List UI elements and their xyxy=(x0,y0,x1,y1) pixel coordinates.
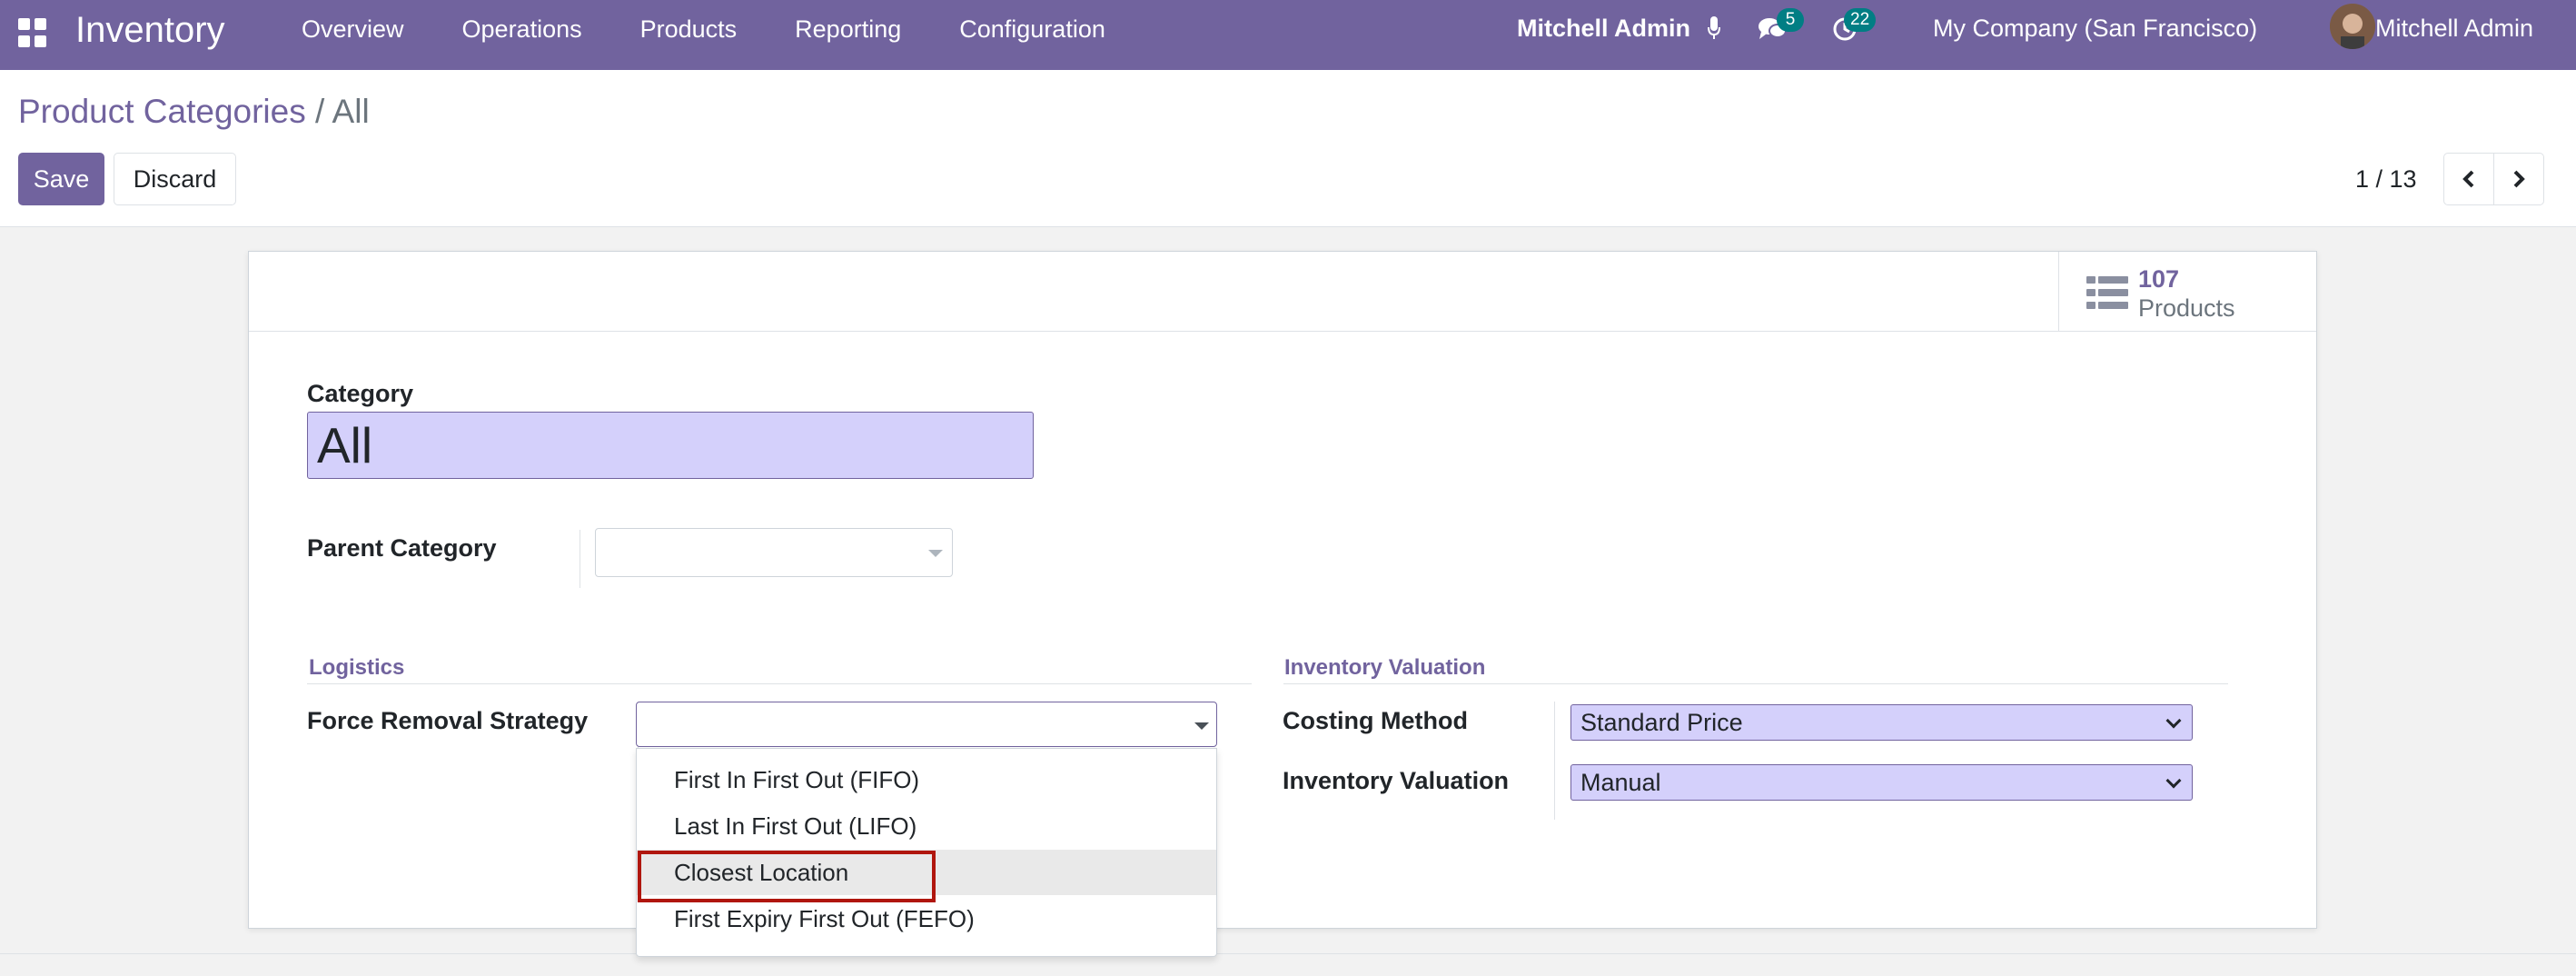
pager-value[interactable]: 1 / 13 xyxy=(2355,165,2417,194)
menu-operations[interactable]: Operations xyxy=(433,0,611,59)
user-menu[interactable]: Mitchell Admin xyxy=(2375,15,2533,43)
costing-method-select[interactable]: Standard Price xyxy=(1570,704,2193,741)
microphone-icon[interactable] xyxy=(1708,16,1720,40)
inventory-valuation-select[interactable]: Manual xyxy=(1570,764,2193,801)
menu-overview[interactable]: Overview xyxy=(272,0,433,59)
menu-products[interactable]: Products xyxy=(611,0,767,59)
activity-count-badge: 22 xyxy=(1844,8,1877,32)
inventory-valuation-label: Inventory Valuation xyxy=(1283,767,1510,794)
option-fefo[interactable]: First Expiry First Out (FEFO) xyxy=(637,896,1216,941)
breadcrumb-parent-link[interactable]: Product Categories xyxy=(18,93,306,130)
chevron-right-icon xyxy=(2513,170,2525,188)
removal-strategy-label: Force Removal Strategy xyxy=(307,707,589,734)
pager-previous-button[interactable] xyxy=(2443,153,2494,205)
list-icon xyxy=(2086,276,2128,309)
bottom-strip xyxy=(0,953,2576,976)
option-fifo[interactable]: First In First Out (FIFO) xyxy=(637,757,1216,802)
control-panel: Product Categories / All Save Discard 1 … xyxy=(0,70,2576,227)
parent-category-select[interactable] xyxy=(595,528,953,577)
section-divider xyxy=(1283,683,2228,684)
breadcrumb-current: All xyxy=(332,93,370,130)
inventory-valuation-value: Manual xyxy=(1580,769,1661,796)
company-switcher[interactable]: My Company (San Francisco) xyxy=(1933,15,2257,43)
status-user-label: Mitchell Admin xyxy=(1517,15,1691,42)
menu-configuration[interactable]: Configuration xyxy=(930,0,1134,59)
chevron-left-icon xyxy=(2462,170,2474,188)
field-divider xyxy=(1554,702,1555,820)
app-menu-grid-icon[interactable] xyxy=(18,18,47,47)
menu-reporting[interactable]: Reporting xyxy=(766,0,930,59)
removal-strategy-dropdown: First In First Out (FIFO) Last In First … xyxy=(636,748,1217,957)
section-divider xyxy=(307,683,1252,684)
products-label: Products xyxy=(2138,294,2235,322)
option-closest-location[interactable]: Closest Location xyxy=(637,850,1216,895)
main-menu: Overview Operations Products Reporting C… xyxy=(272,0,1134,70)
chevron-down-icon xyxy=(2165,712,2182,729)
smart-button-box: 107 Products xyxy=(249,252,2316,332)
chat-count-badge: 5 xyxy=(1777,8,1804,32)
option-lifo[interactable]: Last In First Out (LIFO) xyxy=(637,803,1216,849)
pager-next-button[interactable] xyxy=(2493,153,2544,205)
category-label: Category xyxy=(307,380,414,407)
app-title[interactable]: Inventory xyxy=(75,7,225,53)
caret-down-icon xyxy=(928,550,943,557)
costing-method-value: Standard Price xyxy=(1580,709,1743,736)
category-name-input[interactable]: All xyxy=(307,412,1034,479)
removal-strategy-select[interactable] xyxy=(636,702,1217,747)
parent-category-label: Parent Category xyxy=(307,534,497,562)
breadcrumb-separator: / xyxy=(315,93,325,130)
save-button[interactable]: Save xyxy=(18,153,104,205)
valuation-section-title: Inventory Valuation xyxy=(1284,655,1486,680)
discard-button[interactable]: Discard xyxy=(114,153,236,205)
products-smart-button[interactable]: 107 Products xyxy=(2058,252,2316,332)
chevron-down-icon xyxy=(2165,772,2182,789)
logistics-section-title: Logistics xyxy=(309,655,405,680)
user-avatar[interactable] xyxy=(2330,4,2375,49)
caret-down-icon xyxy=(1194,722,1209,730)
form-sheet: 107 Products Category All Parent Categor… xyxy=(248,251,2317,929)
costing-method-label: Costing Method xyxy=(1283,707,1468,734)
products-count: 107 xyxy=(2138,265,2180,293)
top-navbar: Inventory Overview Operations Products R… xyxy=(0,0,2576,70)
breadcrumb: Product Categories / All xyxy=(18,93,370,131)
